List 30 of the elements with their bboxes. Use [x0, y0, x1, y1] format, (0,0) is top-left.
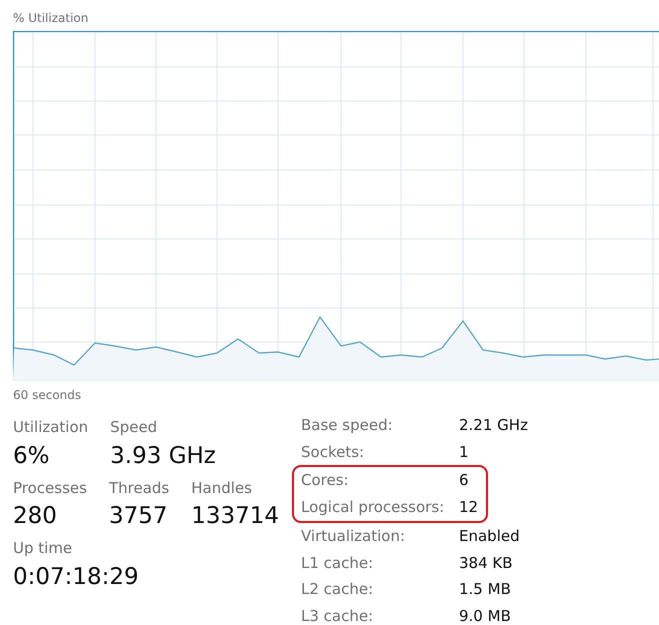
stat-label: Utilization [13, 417, 88, 438]
stat-value: 3757 [108, 502, 168, 531]
stat-value: 6% [13, 442, 50, 470]
spec-label: L2 cache: [301, 579, 374, 600]
spec-label: Logical processors: [301, 497, 446, 518]
spec-value: 6 [459, 470, 469, 492]
spec-value: 1 [459, 442, 469, 463]
stat-label: Processes [13, 478, 87, 498]
stat-value: 3.93 GHz [110, 442, 216, 470]
stat-label: Up time [13, 538, 74, 559]
spec-value: 12 [459, 497, 478, 518]
stat-value: 133714 [191, 502, 280, 531]
spec-value: 2.21 GHz [459, 415, 528, 436]
spec-label: L1 cache: [301, 552, 374, 574]
stat-value: 0:07:18:29 [13, 562, 139, 592]
spec-label: L3 cache: [301, 606, 374, 625]
spec-label: Base speed: [301, 415, 394, 436]
stat-label: Speed [110, 417, 158, 438]
stat-value: 280 [13, 502, 58, 531]
spec-label: Virtualization: [301, 526, 406, 547]
stat-label: Handles [191, 478, 253, 498]
spec-value: 9.0 MB [459, 606, 511, 625]
spec-label: Cores: [301, 470, 350, 492]
stat-label: Threads [108, 478, 170, 498]
time-span-label: 60 seconds [13, 387, 82, 404]
graph-title: % Utilization [13, 10, 90, 27]
spec-value: Enabled [459, 526, 520, 547]
spec-label: Sockets: [301, 442, 366, 463]
spec-value: 384 KB [459, 552, 513, 574]
spec-value: 1.5 MB [459, 579, 511, 600]
